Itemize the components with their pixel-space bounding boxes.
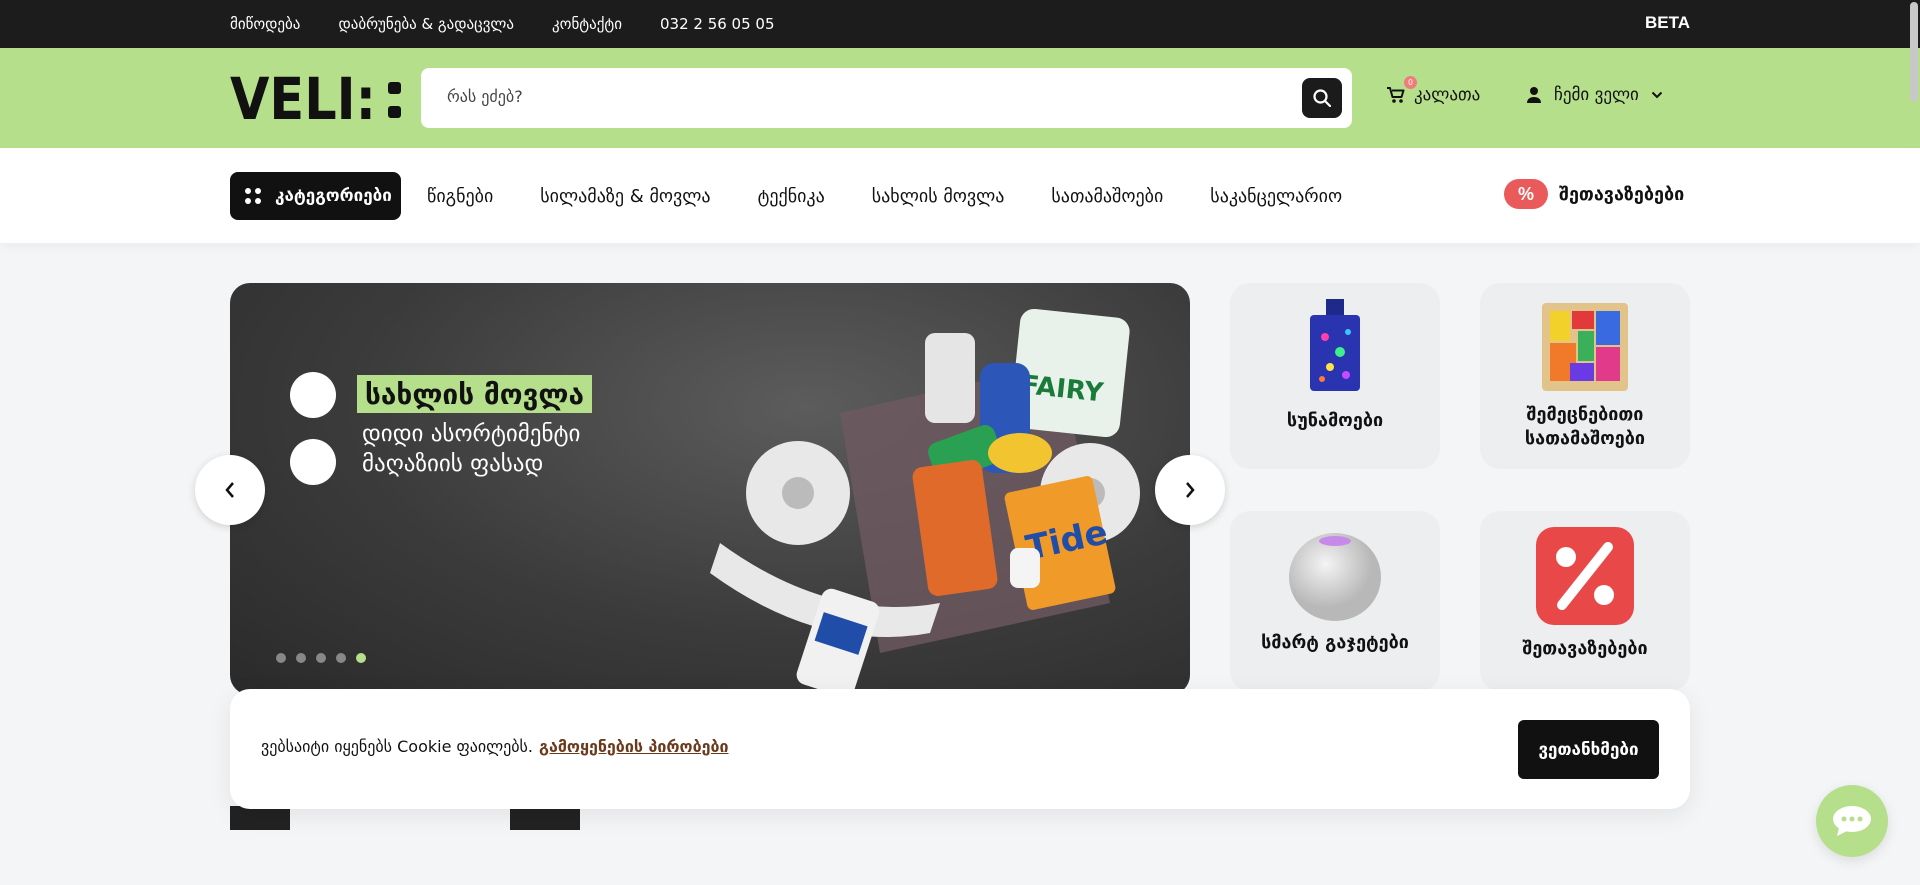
- tile-perfumes[interactable]: სუნამოები: [1230, 283, 1440, 469]
- perfume-icon: [1310, 299, 1360, 391]
- nav-item-books[interactable]: წიგნები: [427, 186, 493, 207]
- puzzle-icon: [1542, 303, 1628, 391]
- returns-link[interactable]: დაბრუნება & გადაცვლა: [338, 15, 514, 33]
- tile-label: შემეცნებითი სათამაშოები: [1524, 404, 1646, 449]
- tile-educational-toys[interactable]: შემეცნებითი სათამაშოები: [1480, 283, 1690, 469]
- categories-label: კატეგორიები: [275, 186, 392, 206]
- tile-smart-gadgets[interactable]: სმარტ გაჯეტები: [1230, 511, 1440, 691]
- percent-icon: [1536, 527, 1634, 625]
- slide-dot-active[interactable]: [356, 653, 366, 663]
- percent-icon: %: [1504, 179, 1548, 209]
- smart-speaker-icon: [1289, 533, 1381, 621]
- cart-button[interactable]: 0 კალათა: [1386, 76, 1481, 105]
- nav-items: წიგნები სილამაზე & მოვლა ტექნიკა სახლის …: [427, 172, 1342, 220]
- slider-next-button[interactable]: [1155, 455, 1225, 525]
- beta-label: BETA: [1644, 13, 1690, 32]
- top-bar: მიწოდება დაბრუნება & გადაცვლა კონტაქტი 0…: [0, 0, 1920, 48]
- category-nav: კატეგორიები წიგნები სილამაზე & მოვლა ტექ…: [0, 148, 1920, 243]
- nav-item-stationery[interactable]: საკანცელარიო: [1210, 186, 1342, 207]
- slide-dot[interactable]: [316, 653, 326, 663]
- slider-prev-button[interactable]: [195, 455, 265, 525]
- grid-dots-icon: [245, 188, 261, 204]
- account-menu[interactable]: ჩემი ველი: [1526, 85, 1663, 105]
- hero-banner[interactable]: FAIRY Tide სახლის მოვლა დიდი ასორტიმენტი…: [230, 283, 1190, 695]
- logo-text: VELI:: [230, 72, 376, 124]
- hero-subtitle-2: მაღაზიის ფასად: [362, 451, 544, 477]
- chat-button[interactable]: [1816, 785, 1888, 857]
- nav-item-toys[interactable]: სათამაშოები: [1051, 186, 1163, 207]
- cart-count-badge: 0: [1404, 76, 1417, 89]
- header: VELI: რას ეძებ? 0 კალათა ჩემი ველი: [0, 48, 1920, 148]
- delivery-link[interactable]: მიწოდება: [230, 15, 300, 33]
- user-icon: [1527, 87, 1541, 103]
- terms-link[interactable]: გამოყენების პირობები: [539, 737, 729, 756]
- cookie-banner: ვებსაიტი იყენებს Cookie ფაილებს. გამოყენე…: [230, 689, 1690, 809]
- chevron-left-icon: [225, 482, 234, 498]
- contact-link[interactable]: კონტაქტი: [552, 15, 622, 33]
- phone-link[interactable]: 032 2 56 05 05: [660, 15, 775, 33]
- nav-item-home-care[interactable]: სახლის მოვლა: [872, 186, 1005, 207]
- cart-label: კალათა: [1414, 85, 1481, 105]
- cookie-accept-button[interactable]: ვეთანხმები: [1518, 720, 1659, 779]
- cart-icon: [1387, 87, 1405, 103]
- chevron-right-icon: [1186, 482, 1195, 498]
- tile-deals[interactable]: შეთავაზებები: [1480, 511, 1690, 691]
- chevron-down-icon: [1651, 91, 1663, 99]
- tile-label: შეთავაზებები: [1522, 638, 1648, 659]
- slide-dot[interactable]: [336, 653, 346, 663]
- tile-label: სმარტ გაჯეტები: [1261, 632, 1409, 653]
- account-label: ჩემი ველი: [1554, 85, 1639, 105]
- search-button[interactable]: [1302, 78, 1342, 118]
- slide-dot[interactable]: [276, 653, 286, 663]
- hero-subtitle-1: დიდი ასორტიმენტი: [362, 421, 581, 447]
- page-scrollbar[interactable]: [1910, 2, 1918, 102]
- logo[interactable]: VELI:: [230, 72, 406, 124]
- nav-item-tech[interactable]: ტექნიკა: [758, 186, 825, 207]
- categories-button[interactable]: კატეგორიები: [230, 172, 401, 220]
- top-links: მიწოდება დაბრუნება & გადაცვლა კონტაქტი 0…: [230, 0, 775, 48]
- chat-bubble-icon: [1833, 806, 1871, 836]
- deals-label: შეთავაზებები: [1559, 183, 1685, 205]
- slide-dot[interactable]: [296, 653, 306, 663]
- search-bar[interactable]: რას ეძებ?: [421, 68, 1352, 128]
- cleaning-products-image: FAIRY Tide: [710, 308, 1140, 693]
- deals-link[interactable]: % შეთავაზებები: [1504, 179, 1684, 209]
- nav-item-beauty[interactable]: სილამაზე & მოვლა: [540, 186, 710, 207]
- bullet-circle-1: [290, 372, 336, 418]
- tile-label: სუნამოები: [1286, 410, 1384, 431]
- bullet-circle-2: [290, 439, 336, 485]
- slider-dots: [276, 653, 366, 663]
- search-input[interactable]: რას ეძებ?: [447, 87, 523, 106]
- hero-title: სახლის მოვლა: [357, 375, 592, 413]
- cookie-text-row: ვებსაიტი იყენებს Cookie ფაილებს. გამოყენე…: [261, 737, 729, 756]
- cookie-message: ვებსაიტი იყენებს Cookie ფაილებს.: [261, 737, 533, 756]
- search-icon: [1313, 89, 1332, 108]
